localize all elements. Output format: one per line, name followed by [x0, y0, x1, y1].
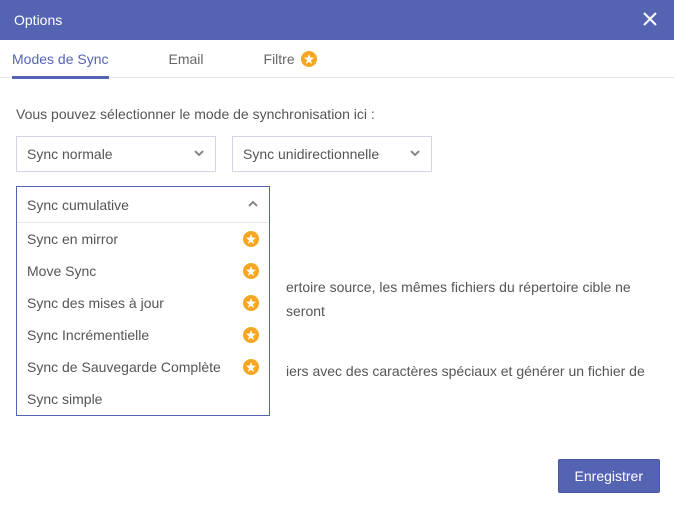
dropdown-item[interactable]: Sync Incrémentielle: [17, 319, 269, 351]
select-value: Sync normale: [27, 146, 113, 162]
tabs-bar: Modes de Sync Email Filtre: [0, 40, 674, 78]
dropdown-item-label: Sync des mises à jour: [27, 295, 164, 311]
dialog-title: Options: [14, 12, 62, 28]
dropdown-item-label: Sync Incrémentielle: [27, 327, 149, 343]
sync-mode-dropdown: Sync cumulative Sync en mirror Move Sync…: [16, 186, 270, 416]
dropdown-item-label: Sync simple: [27, 391, 102, 407]
sync-mode-left-select[interactable]: Sync normale: [16, 136, 216, 172]
close-button[interactable]: [640, 10, 660, 30]
content-area: Vous pouvez sélectionner le mode de sync…: [0, 78, 674, 206]
dropdown-item[interactable]: Sync en mirror: [17, 223, 269, 255]
sync-mode-right-select[interactable]: Sync unidirectionnelle: [232, 136, 432, 172]
save-button[interactable]: Enregistrer: [558, 459, 660, 493]
dropdown-item[interactable]: Sync de Sauvegarde Complète: [17, 351, 269, 383]
star-icon: [243, 295, 259, 311]
close-icon: [643, 12, 657, 29]
dialog-header: Options: [0, 0, 674, 40]
star-icon: [243, 359, 259, 375]
star-icon: [243, 263, 259, 279]
dropdown-item-label: Sync en mirror: [27, 231, 118, 247]
dropdown-item[interactable]: Move Sync: [17, 255, 269, 287]
star-icon: [243, 231, 259, 247]
tab-sync-modes[interactable]: Modes de Sync: [12, 40, 109, 78]
star-icon: [301, 51, 317, 67]
tab-label: Modes de Sync: [12, 51, 109, 67]
dropdown-item[interactable]: Sync simple: [17, 383, 269, 415]
chevron-down-icon: [409, 146, 421, 162]
dropdown-item-label: Move Sync: [27, 263, 96, 279]
dropdown-item-label: Sync de Sauvegarde Complète: [27, 359, 221, 375]
chevron-down-icon: [193, 146, 205, 162]
dropdown-selected[interactable]: Sync cumulative: [17, 187, 269, 223]
chevron-up-icon: [247, 197, 259, 213]
dropdown-selected-label: Sync cumulative: [27, 197, 129, 213]
tab-filter[interactable]: Filtre: [264, 40, 317, 78]
dialog-footer: Enregistrer: [558, 459, 660, 493]
tab-label: Filtre: [264, 51, 295, 67]
description-text-2: iers avec des caractères spéciaux et gén…: [286, 360, 660, 384]
instruction-text: Vous pouvez sélectionner le mode de sync…: [16, 106, 658, 122]
tab-email[interactable]: Email: [169, 40, 204, 78]
dropdown-item[interactable]: Sync des mises à jour: [17, 287, 269, 319]
tab-label: Email: [169, 51, 204, 67]
description-text-1: ertoire source, les mêmes fichiers du ré…: [286, 276, 660, 324]
star-icon: [243, 327, 259, 343]
select-value: Sync unidirectionnelle: [243, 146, 379, 162]
selects-row: Sync normale Sync unidirectionnelle: [16, 136, 658, 172]
